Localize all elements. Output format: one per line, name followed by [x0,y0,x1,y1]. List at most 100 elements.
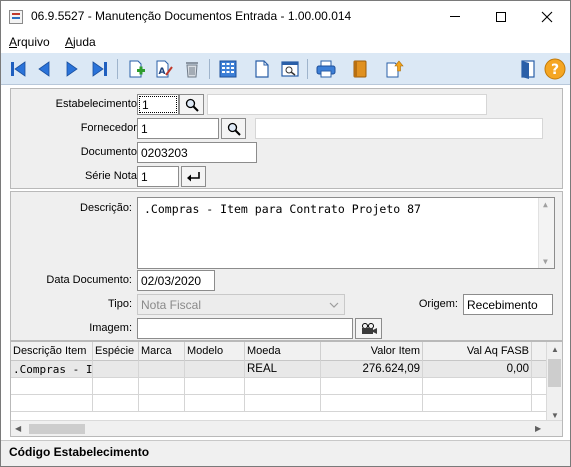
first-record-button[interactable] [5,56,31,82]
scroll-down-icon[interactable]: ▼ [551,411,559,420]
grid-horizontal-scrollbar[interactable]: ◀ ▶ [11,420,562,436]
status-bar: Código Estabelecimento [1,440,570,466]
table-cell [245,378,321,395]
data-documento-input[interactable]: 02/03/2020 [137,270,215,291]
scroll-up-icon[interactable]: ▲ [543,200,548,209]
app-icon [9,10,23,24]
table-cell: 276.624,09 [321,361,423,378]
title-bar[interactable]: 06.9.5527 - Manutenção Documentos Entrad… [1,1,570,32]
next-record-icon [66,61,78,77]
table-row[interactable] [11,395,548,412]
documento-label: Documento: [80,146,140,158]
table-cell [93,361,139,378]
items-grid[interactable]: Descrição Item Espécie Marca Modelo Moed… [10,341,563,437]
scroll-down-icon[interactable]: ▼ [543,257,548,266]
tipo-label: Tipo: [107,298,132,310]
new-document-button[interactable] [249,56,275,82]
imagem-button[interactable] [355,318,382,339]
fornecedor-label: Fornecedor: [80,122,140,134]
toolbar: A ? [1,53,570,85]
table-cell [185,361,245,378]
origem-label: Origem: [418,298,458,310]
search-icon [185,98,199,112]
table-cell [245,395,321,412]
application-window: 06.9.5527 - Manutenção Documentos Entrad… [0,0,571,467]
scroll-thumb[interactable] [29,424,85,434]
zoom-window-button[interactable] [277,56,303,82]
last-record-button[interactable] [87,56,113,82]
chevron-down-icon [329,302,339,308]
next-record-button[interactable] [59,56,85,82]
add-record-icon [129,60,145,78]
previous-record-button[interactable] [31,56,57,82]
minimize-icon [450,16,460,17]
column-header[interactable]: Valor Item [321,342,423,361]
delete-record-button[interactable] [179,56,205,82]
table-cell [11,378,93,395]
origem-field: Recebimento [463,294,553,315]
svg-text:?: ? [551,62,559,78]
document-upload-icon [386,60,404,78]
document-upload-button[interactable] [381,56,407,82]
calculator-button[interactable] [215,56,241,82]
first-record-icon [11,61,26,77]
menu-ajuda[interactable]: Ajuda [65,35,96,49]
scroll-right-icon[interactable]: ▶ [535,424,541,433]
search-icon [227,122,241,136]
book-button[interactable] [347,56,373,82]
table-cell [93,395,139,412]
trash-icon [186,62,198,78]
help-button[interactable]: ? [542,56,568,82]
grid-vertical-scrollbar[interactable]: ▲ ▼ [546,342,562,422]
table-row[interactable]: .Compras - It REAL 276.624,09 0,00 [11,361,548,378]
header-panel: Estabelecimento: 1 Fornecedor: 1 Documen… [10,88,563,189]
table-cell [185,395,245,412]
details-panel: Descrição: .Compras - Item para Contrato… [10,191,563,341]
maximize-icon [496,11,506,22]
column-header[interactable]: Marca [139,342,185,361]
edit-record-button[interactable]: A [151,56,177,82]
serie-nota-input[interactable]: 1 [137,166,179,187]
table-row[interactable] [11,378,548,395]
descricao-label: Descrição: [80,202,132,214]
fornecedor-input[interactable]: 1 [137,118,219,139]
fornecedor-search-button[interactable] [221,118,246,139]
calculator-icon [219,60,237,78]
table-cell: 0,00 [423,361,532,378]
imagem-input[interactable] [137,318,353,339]
documento-input[interactable]: 0203203 [137,142,257,163]
scroll-left-icon[interactable]: ◀ [15,424,21,433]
column-header[interactable]: Espécie [93,342,139,361]
enter-arrow-icon [186,171,200,181]
menu-bar: Arquivo Ajuda [1,32,570,52]
scroll-thumb[interactable] [548,359,561,387]
estabelecimento-label: Estabelecimento: [55,98,140,110]
print-button[interactable] [313,56,339,82]
estabelecimento-search-button[interactable] [179,94,204,115]
confirm-button[interactable] [181,166,206,187]
descricao-scrollbar[interactable]: ▲ ▼ [538,198,554,268]
column-header[interactable]: Val Aq FASB [423,342,532,361]
close-button[interactable] [524,1,570,32]
close-icon [541,11,553,22]
exit-button[interactable] [515,56,541,82]
descricao-textarea[interactable]: .Compras - Item para Contrato Projeto 87… [137,197,555,269]
estabelecimento-input[interactable]: 1 [137,94,179,115]
descricao-text: .Compras - Item para Contrato Projeto 87 [144,202,421,216]
table-cell [139,361,185,378]
serie-nota-label: Série Nota: [84,170,140,182]
add-record-button[interactable] [123,56,149,82]
maximize-button[interactable] [478,1,524,32]
tipo-select: Nota Fiscal [137,294,345,315]
column-header[interactable]: Descrição Item [11,342,93,361]
table-cell [139,378,185,395]
column-header[interactable]: Moeda [245,342,321,361]
column-header[interactable]: Modelo [185,342,245,361]
menu-arquivo[interactable]: Arquivo [9,35,50,49]
previous-record-icon [38,61,50,77]
scroll-up-icon[interactable]: ▲ [551,345,559,354]
book-icon [353,60,367,78]
minimize-button[interactable] [432,1,478,32]
help-icon: ? [544,58,566,80]
imagem-label: Imagem: [89,322,132,334]
